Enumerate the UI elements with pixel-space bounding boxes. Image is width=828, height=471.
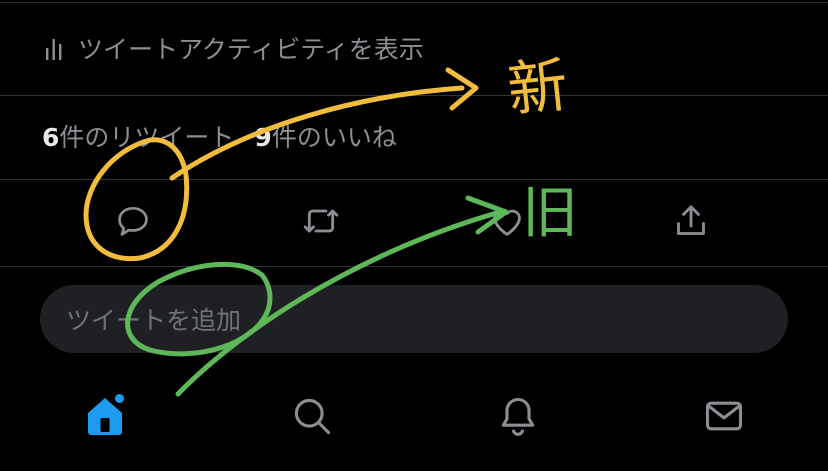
- divider-actions: [0, 266, 828, 267]
- share-button[interactable]: [668, 200, 714, 246]
- likes-link[interactable]: 9件のいいね: [254, 118, 396, 154]
- like-count: 9: [254, 123, 272, 152]
- search-icon: [290, 394, 334, 442]
- retweet-icon: [301, 201, 341, 245]
- divider-top: [0, 2, 828, 3]
- reply-compose-field[interactable]: ツイートを追加: [40, 285, 788, 353]
- reply-icon: [114, 202, 152, 244]
- engagement-stats: 6件のリツイート 9件のいいね: [42, 118, 397, 154]
- tab-notifications[interactable]: [492, 390, 544, 446]
- notifications-icon: [496, 394, 540, 442]
- divider-activity: [0, 95, 828, 96]
- new-label: 新: [504, 50, 571, 126]
- retweet-label: 件のリツイート: [59, 123, 235, 152]
- bottom-tab-bar: [0, 390, 828, 450]
- tweet-action-bar: [0, 200, 828, 246]
- reply-button[interactable]: [110, 200, 156, 246]
- like-button[interactable]: [484, 200, 530, 246]
- new-arrowhead-stroke: [445, 67, 479, 111]
- retweet-button[interactable]: [298, 200, 344, 246]
- tweet-activity-label: ツイートアクティビティを表示: [78, 35, 424, 64]
- divider-stats: [0, 179, 828, 180]
- like-icon: [487, 201, 527, 245]
- tweet-activity-link[interactable]: ツイートアクティビティを表示: [44, 30, 424, 66]
- tab-search[interactable]: [286, 390, 338, 446]
- bar-chart-icon: [44, 35, 64, 61]
- tab-messages[interactable]: [698, 390, 750, 446]
- share-icon: [671, 201, 711, 245]
- compose-placeholder: ツイートを追加: [66, 306, 242, 335]
- tab-home[interactable]: [80, 390, 132, 446]
- retweets-link[interactable]: 6件のリツイート: [42, 118, 234, 154]
- messages-icon: [702, 394, 746, 442]
- home-icon: [81, 391, 131, 445]
- like-label: 件のいいね: [271, 123, 397, 152]
- retweet-count: 6: [42, 123, 60, 152]
